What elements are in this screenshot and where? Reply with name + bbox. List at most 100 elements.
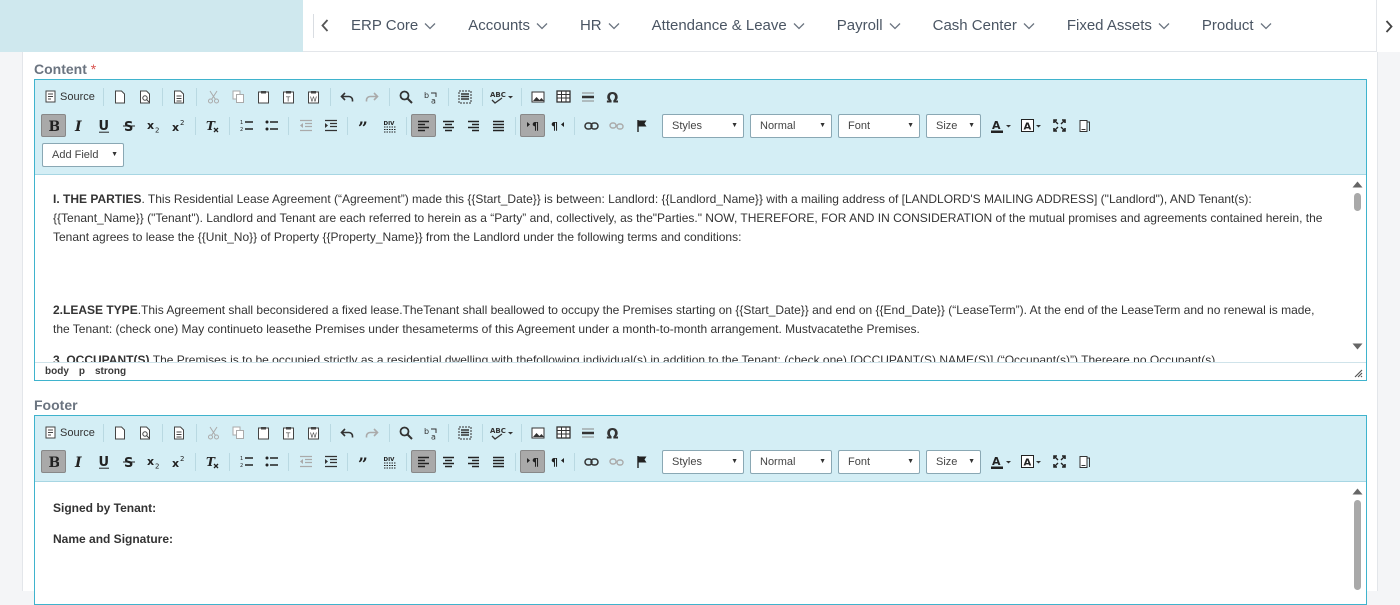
redo-icon[interactable] bbox=[360, 421, 385, 444]
special-char-icon[interactable]: Ω bbox=[601, 421, 626, 444]
source-button[interactable]: Source bbox=[41, 85, 99, 108]
nav-next-icon[interactable] bbox=[1376, 0, 1400, 52]
content-scrollbar[interactable] bbox=[1351, 179, 1364, 351]
subscript-button[interactable]: x2 bbox=[141, 450, 166, 473]
align-justify-button[interactable] bbox=[486, 114, 511, 137]
new-page-icon[interactable] bbox=[108, 421, 133, 444]
italic-button[interactable]: I bbox=[66, 450, 91, 473]
preview-icon[interactable] bbox=[133, 421, 158, 444]
new-page-icon[interactable] bbox=[108, 85, 133, 108]
font-dropdown[interactable]: Font ▼ bbox=[838, 449, 920, 474]
undo-icon[interactable] bbox=[335, 421, 360, 444]
size-dropdown[interactable]: Size ▼ bbox=[926, 113, 981, 138]
nav-prev-icon[interactable] bbox=[313, 13, 335, 38]
bold-button[interactable]: B bbox=[41, 114, 66, 137]
paste-text-icon[interactable]: T bbox=[276, 421, 301, 444]
scroll-thumb[interactable] bbox=[1354, 193, 1361, 211]
align-justify-button[interactable] bbox=[486, 450, 511, 473]
numbered-list-icon[interactable]: 12 bbox=[234, 450, 259, 473]
nav-item-attendance-leave[interactable]: Attendance & Leave bbox=[636, 0, 821, 52]
bulleted-list-icon[interactable] bbox=[259, 114, 284, 137]
superscript-button[interactable]: x2 bbox=[166, 450, 191, 473]
format-dropdown[interactable]: Normal ▼ bbox=[750, 449, 832, 474]
replace-icon[interactable]: ba bbox=[419, 85, 444, 108]
bulleted-list-icon[interactable] bbox=[259, 450, 284, 473]
find-icon[interactable] bbox=[394, 85, 419, 108]
create-div-icon[interactable]: DIV bbox=[377, 114, 402, 137]
horizontal-line-icon[interactable] bbox=[576, 85, 601, 108]
text-color-icon[interactable]: A bbox=[987, 114, 1017, 137]
nav-item-hr[interactable]: HR bbox=[564, 0, 636, 52]
scroll-up-icon[interactable] bbox=[1351, 179, 1364, 189]
spellcheck-icon[interactable]: ABC bbox=[487, 421, 517, 444]
styles-dropdown[interactable]: Styles ▼ bbox=[662, 449, 744, 474]
indent-icon[interactable] bbox=[318, 450, 343, 473]
select-all-icon[interactable] bbox=[453, 85, 478, 108]
paste-text-icon[interactable]: T bbox=[276, 85, 301, 108]
scroll-down-icon[interactable] bbox=[1351, 341, 1364, 351]
background-color-icon[interactable]: A bbox=[1017, 450, 1047, 473]
special-char-icon[interactable]: Ω bbox=[601, 85, 626, 108]
scroll-up-icon[interactable] bbox=[1351, 486, 1364, 496]
remove-format-icon[interactable]: T bbox=[200, 450, 225, 473]
align-left-button[interactable] bbox=[411, 114, 436, 137]
subscript-button[interactable]: x2 bbox=[141, 114, 166, 137]
bold-button[interactable]: B bbox=[41, 450, 66, 473]
nav-item-cash-center[interactable]: Cash Center bbox=[917, 0, 1051, 52]
anchor-flag-icon[interactable] bbox=[629, 114, 654, 137]
text-color-icon[interactable]: A bbox=[987, 450, 1017, 473]
text-rtl-button[interactable]: ¶ bbox=[545, 114, 570, 137]
unlink-icon[interactable] bbox=[604, 114, 629, 137]
font-dropdown[interactable]: Font ▼ bbox=[838, 113, 920, 138]
content-editing-area[interactable]: I. THE PARTIES. This Residential Lease A… bbox=[35, 175, 1366, 362]
footer-editing-area[interactable]: Signed by Tenant: Name and Signature: bbox=[35, 482, 1366, 604]
size-dropdown[interactable]: Size ▼ bbox=[926, 449, 981, 474]
background-color-icon[interactable]: A bbox=[1017, 114, 1047, 137]
italic-button[interactable]: I bbox=[66, 114, 91, 137]
footer-scrollbar[interactable] bbox=[1351, 486, 1364, 590]
paste-icon[interactable] bbox=[251, 421, 276, 444]
remove-format-icon[interactable]: T bbox=[200, 114, 225, 137]
horizontal-line-icon[interactable] bbox=[576, 421, 601, 444]
show-blocks-icon[interactable] bbox=[1072, 114, 1097, 137]
strikethrough-button[interactable]: S bbox=[116, 114, 141, 137]
outdent-icon[interactable] bbox=[293, 450, 318, 473]
nav-item-fixed-assets[interactable]: Fixed Assets bbox=[1051, 0, 1186, 52]
table-icon[interactable] bbox=[551, 85, 576, 108]
numbered-list-icon[interactable]: 12 bbox=[234, 114, 259, 137]
cut-icon[interactable] bbox=[201, 421, 226, 444]
indent-icon[interactable] bbox=[318, 114, 343, 137]
blockquote-icon[interactable]: ” bbox=[352, 450, 377, 473]
create-div-icon[interactable]: DIV bbox=[377, 450, 402, 473]
cut-icon[interactable] bbox=[201, 85, 226, 108]
undo-icon[interactable] bbox=[335, 85, 360, 108]
align-left-button[interactable] bbox=[411, 450, 436, 473]
link-icon[interactable] bbox=[579, 114, 604, 137]
underline-button[interactable]: U bbox=[91, 450, 116, 473]
show-blocks-icon[interactable] bbox=[1072, 450, 1097, 473]
format-dropdown[interactable]: Normal ▼ bbox=[750, 113, 832, 138]
scroll-thumb[interactable] bbox=[1354, 500, 1361, 590]
source-button[interactable]: Source bbox=[41, 421, 99, 444]
text-rtl-button[interactable]: ¶ bbox=[545, 450, 570, 473]
nav-item-accounts[interactable]: Accounts bbox=[452, 0, 564, 52]
select-all-icon[interactable] bbox=[453, 421, 478, 444]
replace-icon[interactable]: ba bbox=[419, 421, 444, 444]
outdent-icon[interactable] bbox=[293, 114, 318, 137]
copy-icon[interactable] bbox=[226, 85, 251, 108]
paste-icon[interactable] bbox=[251, 85, 276, 108]
nav-item-erp-core[interactable]: ERP Core bbox=[335, 0, 452, 52]
align-center-button[interactable] bbox=[436, 114, 461, 137]
path-item[interactable]: p bbox=[79, 366, 85, 377]
nav-item-product[interactable]: Product bbox=[1186, 0, 1288, 52]
unlink-icon[interactable] bbox=[604, 450, 629, 473]
resize-grip-icon[interactable] bbox=[1354, 369, 1363, 378]
image-icon[interactable] bbox=[526, 85, 551, 108]
spellcheck-icon[interactable]: ABC bbox=[487, 85, 517, 108]
image-icon[interactable] bbox=[526, 421, 551, 444]
preview-icon[interactable] bbox=[133, 85, 158, 108]
text-ltr-button[interactable]: ¶ bbox=[520, 114, 545, 137]
nav-item-payroll[interactable]: Payroll bbox=[821, 0, 917, 52]
underline-button[interactable]: U bbox=[91, 114, 116, 137]
find-icon[interactable] bbox=[394, 421, 419, 444]
